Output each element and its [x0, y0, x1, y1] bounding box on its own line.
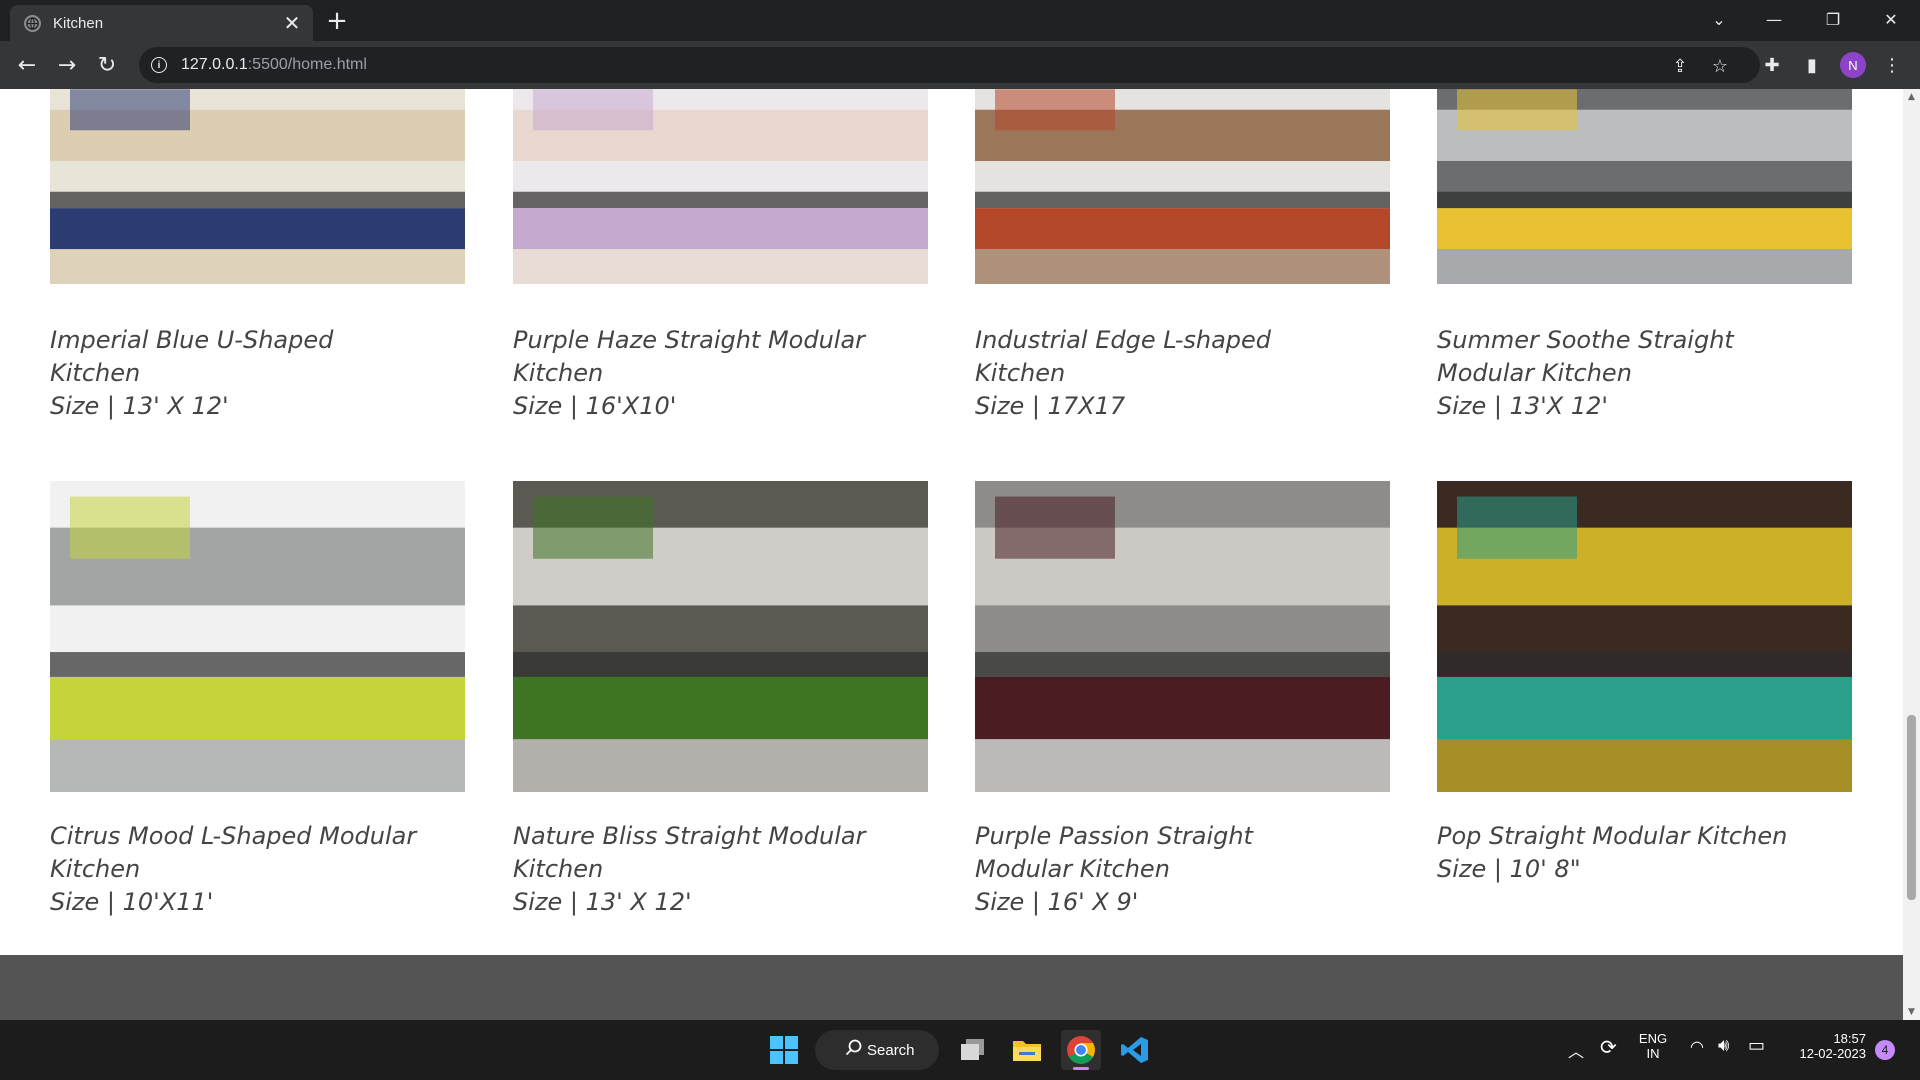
- kitchen-card[interactable]: Nature Bliss Straight Modular Kitchen Siz…: [513, 481, 928, 916]
- kitchen-size: Size | 13' X 12': [513, 888, 692, 916]
- kitchen-name: Purple Passion Straight Modular Kitchen: [975, 822, 1253, 883]
- kitchen-card[interactable]: Industrial Edge L-shaped Kitchen Size | 1…: [975, 89, 1390, 420]
- kitchen-image[interactable]: [975, 89, 1390, 284]
- page-scrollbar[interactable]: ▲ ▼: [1903, 89, 1920, 1020]
- kitchen-size: Size | 10' 8": [1437, 855, 1581, 883]
- kitchen-name: Citrus Mood L-Shaped Modular Kitchen: [50, 822, 417, 883]
- minimize-icon[interactable]: —: [1759, 6, 1789, 32]
- forward-arrow-icon[interactable]: →: [54, 52, 80, 78]
- kitchen-name: Industrial Edge L-shaped Kitchen: [975, 326, 1272, 387]
- browser-tab-strip: Kitchen ✕ + ⌄ — ❐ ✕: [0, 0, 1920, 41]
- clock-date: 12-02-2023: [1799, 1046, 1867, 1061]
- windows-start-icon[interactable]: [764, 1030, 804, 1070]
- taskbar-search[interactable]: Search: [815, 1030, 939, 1070]
- kitchen-card[interactable]: Pop Straight Modular Kitchen Size | 10' 8…: [1437, 481, 1852, 883]
- wifi-icon[interactable]: ◠: [1690, 1037, 1704, 1057]
- kitchen-card[interactable]: Imperial Blue U-Shaped Kitchen Size | 13'…: [50, 89, 465, 420]
- kitchen-image[interactable]: [513, 481, 928, 792]
- site-info-icon[interactable]: i: [151, 57, 167, 73]
- kitchen-name: Summer Soothe Straight Modular Kitchen: [1437, 326, 1734, 387]
- kitchen-image[interactable]: [513, 89, 928, 284]
- kitchen-name: Pop Straight Modular Kitchen: [1437, 822, 1788, 850]
- kitchen-size: Size | 10'X11': [50, 888, 214, 916]
- kitchen-name: Imperial Blue U-Shaped Kitchen: [50, 326, 334, 387]
- kitchen-name: Purple Haze Straight Modular Kitchen: [513, 326, 866, 387]
- back-arrow-icon[interactable]: ←: [14, 52, 40, 78]
- tab-kitchen[interactable]: Kitchen ✕: [10, 5, 313, 41]
- extensions-puzzle-icon[interactable]: ✚: [1760, 53, 1784, 77]
- share-icon[interactable]: ⇪: [1669, 55, 1691, 77]
- show-hidden-icons-icon[interactable]: ︿: [1568, 1038, 1584, 1062]
- menu-kebab-icon[interactable]: ⋮: [1880, 53, 1904, 77]
- scroll-down-icon[interactable]: ▼: [1907, 1007, 1916, 1017]
- url-path: :5500/home.html: [247, 56, 367, 73]
- kitchen-image[interactable]: [50, 481, 465, 792]
- reload-icon[interactable]: ↻: [94, 52, 120, 78]
- battery-icon[interactable]: ▭: [1748, 1035, 1765, 1056]
- url-host: 127.0.0.1: [181, 56, 248, 73]
- kitchen-size: Size | 16'X10': [513, 392, 677, 420]
- close-tab-icon[interactable]: ✕: [281, 11, 303, 35]
- close-window-icon[interactable]: ✕: [1876, 6, 1906, 32]
- kitchen-size: Size | 16' X 9': [975, 888, 1139, 916]
- taskbar: Search ︿ ⟳ ENG IN ◠ 🔊︎ ▭ 18:57 12-02-202…: [0, 1020, 1920, 1080]
- side-panel-icon[interactable]: ▮: [1800, 53, 1824, 77]
- kitchen-card[interactable]: Citrus Mood L-Shaped Modular Kitchen Size…: [50, 481, 465, 916]
- clock[interactable]: 18:57 12-02-2023: [1786, 1031, 1867, 1061]
- kitchen-card[interactable]: Purple Haze Straight Modular Kitchen Size…: [513, 89, 928, 420]
- bookmark-star-icon[interactable]: ☆: [1709, 55, 1731, 77]
- kitchen-image[interactable]: [975, 481, 1390, 792]
- kitchen-size: Size | 13' X 12': [50, 392, 229, 420]
- kitchen-size: Size | 13'X 12': [1437, 392, 1608, 420]
- scroll-thumb[interactable]: [1907, 715, 1916, 900]
- notification-badge[interactable]: 4: [1875, 1040, 1895, 1060]
- new-tab-icon[interactable]: +: [325, 6, 349, 36]
- kitchen-name: Nature Bliss Straight Modular Kitchen: [513, 822, 866, 883]
- language-region: IN: [1646, 1046, 1660, 1061]
- restore-icon[interactable]: ❐: [1818, 6, 1848, 32]
- tab-title: Kitchen: [53, 14, 104, 32]
- language-indicator[interactable]: ENG IN: [1636, 1031, 1670, 1061]
- kitchen-image[interactable]: [1437, 89, 1852, 284]
- tab-search-chevron-icon[interactable]: ⌄: [1704, 6, 1734, 32]
- kitchen-image[interactable]: [50, 89, 465, 284]
- chrome-icon[interactable]: [1061, 1030, 1101, 1070]
- clock-time: 18:57: [1833, 1031, 1866, 1046]
- address-bar[interactable]: i 127.0.0.1:5500/home.html ⇪ ☆: [139, 47, 1760, 83]
- kitchen-image[interactable]: [1437, 481, 1852, 792]
- kitchen-card[interactable]: Purple Passion Straight Modular Kitchen S…: [975, 481, 1390, 916]
- profile-avatar[interactable]: N: [1840, 52, 1866, 78]
- language-code: ENG: [1638, 1031, 1668, 1046]
- browser-toolbar: ← → ↻ i 127.0.0.1:5500/home.html ⇪ ☆: [0, 41, 1920, 89]
- scroll-up-icon[interactable]: ▲: [1907, 92, 1916, 102]
- file-explorer-icon[interactable]: [1007, 1030, 1047, 1070]
- sync-icon[interactable]: ⟳: [1600, 1035, 1617, 1060]
- footer: [0, 955, 1903, 1020]
- search-icon: [845, 1039, 863, 1061]
- kitchen-size: Size | 17X17: [975, 392, 1126, 420]
- taskbar-search-label: Search: [867, 1041, 915, 1059]
- task-view-icon[interactable]: [953, 1030, 993, 1070]
- page-viewport: Imperial Blue U-Shaped Kitchen Size | 13'…: [0, 89, 1903, 1020]
- active-app-indicator: [1073, 1067, 1089, 1070]
- volume-icon[interactable]: 🔊︎: [1718, 1035, 1729, 1056]
- globe-icon: [24, 14, 41, 32]
- vscode-icon[interactable]: [1115, 1030, 1155, 1070]
- kitchen-card[interactable]: Summer Soothe Straight Modular Kitchen Si…: [1437, 89, 1852, 420]
